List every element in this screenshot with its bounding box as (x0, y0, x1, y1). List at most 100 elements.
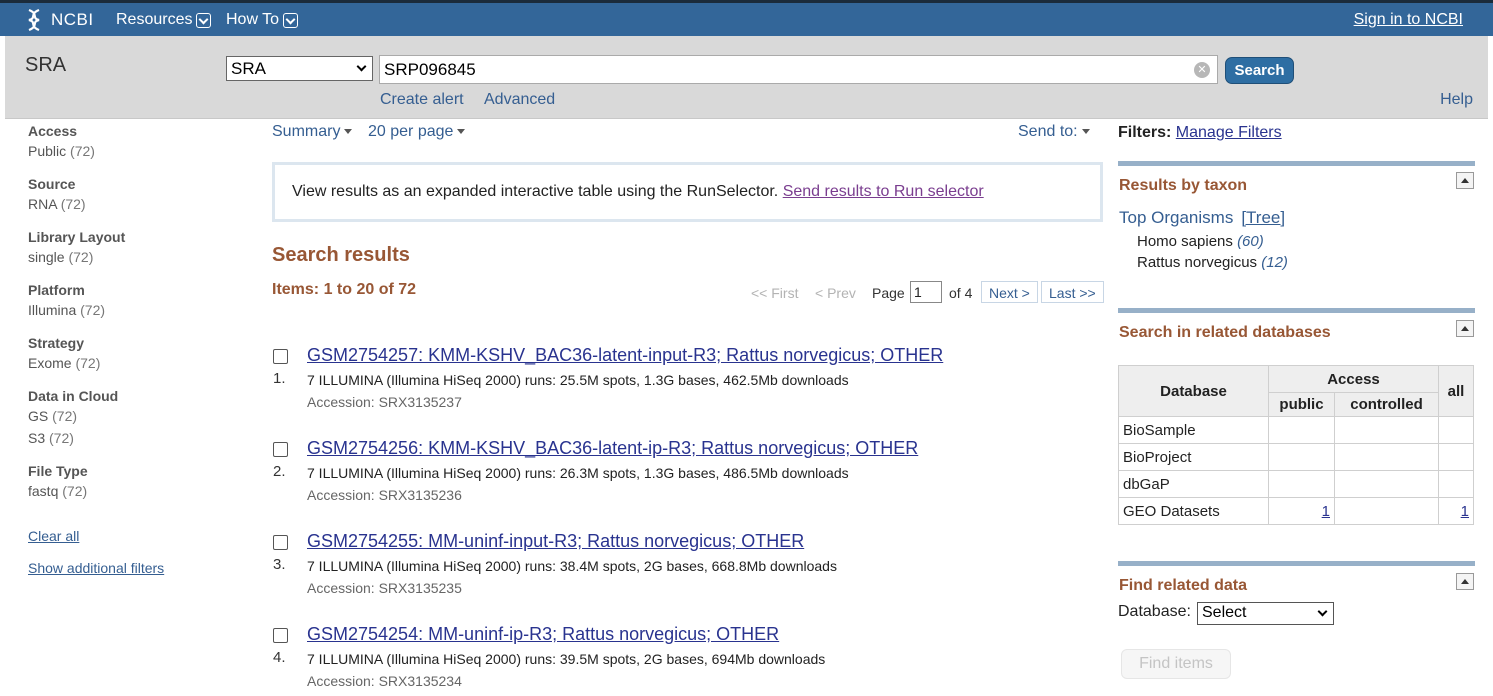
filters-line: Filters: Manage Filters (1118, 124, 1282, 142)
public-count[interactable] (1268, 470, 1335, 498)
items-count: Items: 1 to 20 of 72 (272, 281, 417, 298)
caret-down-icon (457, 129, 466, 135)
collapse-icon[interactable] (1456, 320, 1474, 337)
per-page-dropdown[interactable]: 20 per page (368, 123, 466, 141)
sign-in-link[interactable]: Sign in to NCBI (1354, 11, 1463, 29)
facet-item-count: (72) (62, 483, 88, 499)
chevron-down-icon (356, 61, 367, 72)
howto-menu[interactable]: How To (226, 11, 299, 29)
result-description: 7 ILLUMINA (Illumina HiSeq 2000) runs: 3… (307, 558, 837, 574)
clear-icon[interactable]: ✕ (1194, 62, 1210, 78)
facet-item[interactable]: single (72) (28, 246, 228, 268)
all-count[interactable] (1438, 470, 1474, 498)
table-row: BioProject (1118, 443, 1474, 471)
chevron-down-icon (283, 12, 299, 28)
facet-item-label: Exome (28, 355, 72, 371)
result-number: 3. (273, 556, 286, 573)
portlet-divider (1118, 308, 1475, 313)
result-number: 4. (273, 649, 286, 666)
advanced-search-link[interactable]: Advanced (484, 91, 555, 109)
result-title-link[interactable]: GSM2754257: KMM-KSHV_BAC36-latent-input-… (307, 345, 943, 366)
facet-data-in-cloud: Data in Cloud GS (72) S3 (72) (28, 387, 228, 449)
facet-item-label: RNA (28, 196, 57, 212)
format-label: Summary (272, 123, 341, 140)
facet-item[interactable]: Public (72) (28, 140, 228, 162)
manage-filters-link[interactable]: Manage Filters (1176, 124, 1282, 141)
organism-item[interactable]: Homo sapiens (60) (1137, 233, 1264, 250)
create-alert-link[interactable]: Create alert (380, 91, 464, 109)
caret-down-icon (344, 129, 353, 135)
database-name: GEO Datasets (1118, 497, 1269, 525)
last-page-button[interactable]: Last >> (1041, 281, 1104, 303)
search-input-value: SRP096845 (384, 60, 476, 79)
page-number-input[interactable]: 1 (910, 281, 942, 303)
result-title-link[interactable]: GSM2754254: MM-uninf-ip-R3; Rattus norve… (307, 624, 779, 645)
result-checkbox[interactable] (273, 349, 288, 364)
all-count[interactable]: 1 (1438, 497, 1474, 525)
facet-item-label: Public (28, 143, 67, 159)
database-title: SRA (25, 54, 67, 76)
public-count[interactable]: 1 (1268, 497, 1335, 525)
facet-source: Source RNA (72) (28, 175, 228, 215)
facet-item[interactable]: Illumina (72) (28, 299, 228, 321)
organism-count: (12) (1261, 254, 1288, 271)
result-checkbox[interactable] (273, 535, 288, 550)
clear-all-link[interactable]: Clear all (28, 528, 228, 544)
all-count[interactable] (1438, 443, 1474, 471)
result-number: 2. (273, 463, 286, 480)
result-accession: Accession: SRX3135237 (307, 394, 462, 410)
facet-item-count: (72) (68, 249, 94, 265)
result-accession: Accession: SRX3135236 (307, 487, 462, 503)
result-checkbox[interactable] (273, 442, 288, 457)
facet-item[interactable]: GS (72) (28, 405, 228, 427)
results-by-taxon-title: Results by taxon (1119, 177, 1248, 194)
search-button[interactable]: Search (1225, 57, 1294, 84)
facet-item[interactable]: fastq (72) (28, 480, 228, 502)
find-items-button[interactable]: Find items (1121, 649, 1231, 679)
ncbi-logo[interactable]: NCBI (25, 8, 94, 32)
page-count: of 4 (949, 285, 973, 301)
controlled-count[interactable] (1334, 497, 1439, 525)
result-title-link[interactable]: GSM2754255: MM-uninf-input-R3; Rattus no… (307, 531, 804, 552)
facet-item[interactable]: S3 (72) (28, 427, 228, 449)
collapse-icon[interactable] (1456, 573, 1474, 590)
runselector-notice: View results as an expanded interactive … (272, 162, 1103, 222)
related-databases-title: Search in related databases (1119, 324, 1331, 341)
tree-link[interactable]: [Tree] (1241, 208, 1285, 227)
format-dropdown[interactable]: Summary (272, 123, 353, 141)
related-database-select[interactable]: Select (1197, 602, 1334, 625)
facet-heading: Access (28, 123, 78, 139)
facet-heading: Source (28, 176, 76, 192)
search-results-title: Search results (272, 244, 410, 266)
help-link[interactable]: Help (1440, 91, 1473, 109)
controlled-count[interactable] (1334, 470, 1439, 498)
facet-access: Access Public (72) (28, 122, 228, 162)
collapse-icon[interactable] (1456, 172, 1474, 189)
result-description: 7 ILLUMINA (Illumina HiSeq 2000) runs: 2… (307, 372, 849, 388)
related-databases-table: Database Access all public controlled Bi… (1118, 365, 1474, 525)
facet-item[interactable]: Exome (72) (28, 352, 228, 374)
result-checkbox[interactable] (273, 628, 288, 643)
run-selector-link[interactable]: Send results to Run selector (783, 183, 984, 200)
show-additional-filters-link[interactable]: Show additional filters (28, 560, 228, 576)
database-select-value: SRA (231, 59, 266, 78)
resources-menu[interactable]: Resources (116, 11, 212, 29)
runselector-text: View results as an expanded interactive … (292, 183, 779, 200)
result-title-link[interactable]: GSM2754256: KMM-KSHV_BAC36-latent-ip-R3;… (307, 438, 918, 459)
portlet-divider (1118, 161, 1475, 166)
controlled-count[interactable] (1334, 416, 1439, 444)
facet-heading: Library Layout (28, 229, 126, 245)
top-organisms-label: Top Organisms (1119, 208, 1234, 227)
controlled-count[interactable] (1334, 443, 1439, 471)
facet-item[interactable]: RNA (72) (28, 193, 228, 215)
public-count[interactable] (1268, 443, 1335, 471)
table-row: BioSample (1118, 416, 1474, 444)
public-count[interactable] (1268, 416, 1335, 444)
send-to-dropdown[interactable]: Send to: (1018, 123, 1090, 141)
search-input[interactable]: SRP096845 ✕ (379, 55, 1218, 84)
access-column-header: Access (1268, 365, 1439, 393)
organism-item[interactable]: Rattus norvegicus (12) (1137, 254, 1288, 271)
next-page-button[interactable]: Next > (981, 281, 1038, 303)
all-count[interactable] (1438, 416, 1474, 444)
database-select[interactable]: SRA (226, 56, 373, 81)
